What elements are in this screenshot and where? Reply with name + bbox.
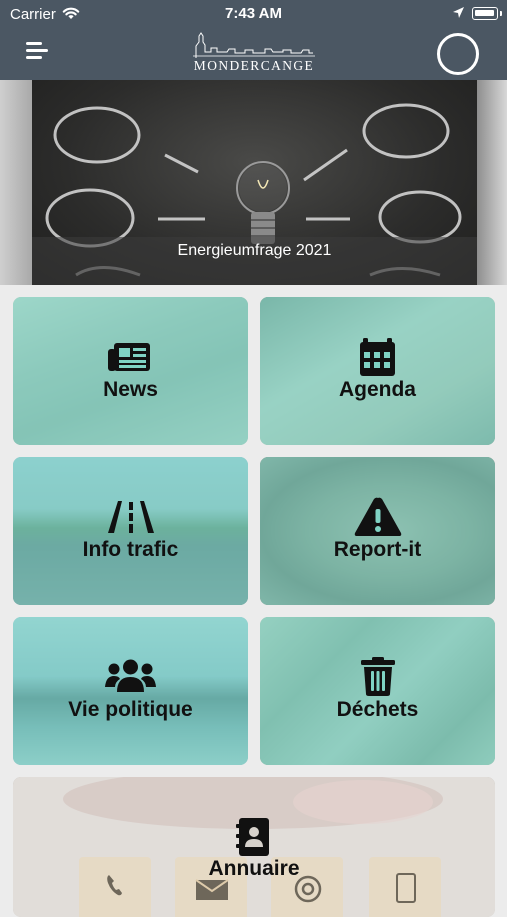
address-book-icon <box>236 818 269 856</box>
status-bar: Carrier 7:43 AM <box>0 0 507 30</box>
tile-label: Report-it <box>333 538 422 561</box>
road-icon <box>108 501 154 533</box>
users-icon <box>105 659 156 692</box>
tile-vie-politique[interactable]: Vie politique <box>13 617 248 765</box>
tile-dechets[interactable]: Déchets <box>260 617 495 765</box>
menu-icon <box>26 42 42 45</box>
profile-button[interactable] <box>437 33 479 75</box>
tile-label: Déchets <box>336 698 419 721</box>
tile-info-trafic[interactable]: Info trafic <box>13 457 248 605</box>
banner[interactable]: Energieumfrage 2021 <box>0 80 507 285</box>
tile-annuaire[interactable]: Annuaire <box>13 777 495 917</box>
banner-caption: Energieumfrage 2021 <box>32 237 477 285</box>
tile-label: Annuaire <box>208 857 300 880</box>
tile-label: Agenda <box>338 378 416 401</box>
logo: MONDERCANGE <box>193 32 315 74</box>
trash-icon <box>361 657 395 696</box>
tile-label: Info trafic <box>82 538 179 561</box>
calendar-icon <box>360 338 395 376</box>
lightbulb-icon <box>236 161 290 244</box>
tile-label: Vie politique <box>68 698 193 721</box>
tile-report-it[interactable]: Report-it <box>260 457 495 605</box>
tile-news[interactable]: News <box>13 297 248 445</box>
newspaper-icon <box>108 343 150 371</box>
warning-icon <box>354 497 402 536</box>
menu-button[interactable] <box>26 41 48 61</box>
nav-bar: MONDERCANGE <box>0 30 507 80</box>
location-arrow-icon <box>453 7 464 18</box>
battery-icon <box>472 7 502 20</box>
logo-text: MONDERCANGE <box>193 58 315 73</box>
clock: 7:43 AM <box>225 5 282 22</box>
tile-label: News <box>103 378 158 401</box>
tile-agenda[interactable]: Agenda <box>260 297 495 445</box>
town-skyline-icon <box>193 32 315 58</box>
